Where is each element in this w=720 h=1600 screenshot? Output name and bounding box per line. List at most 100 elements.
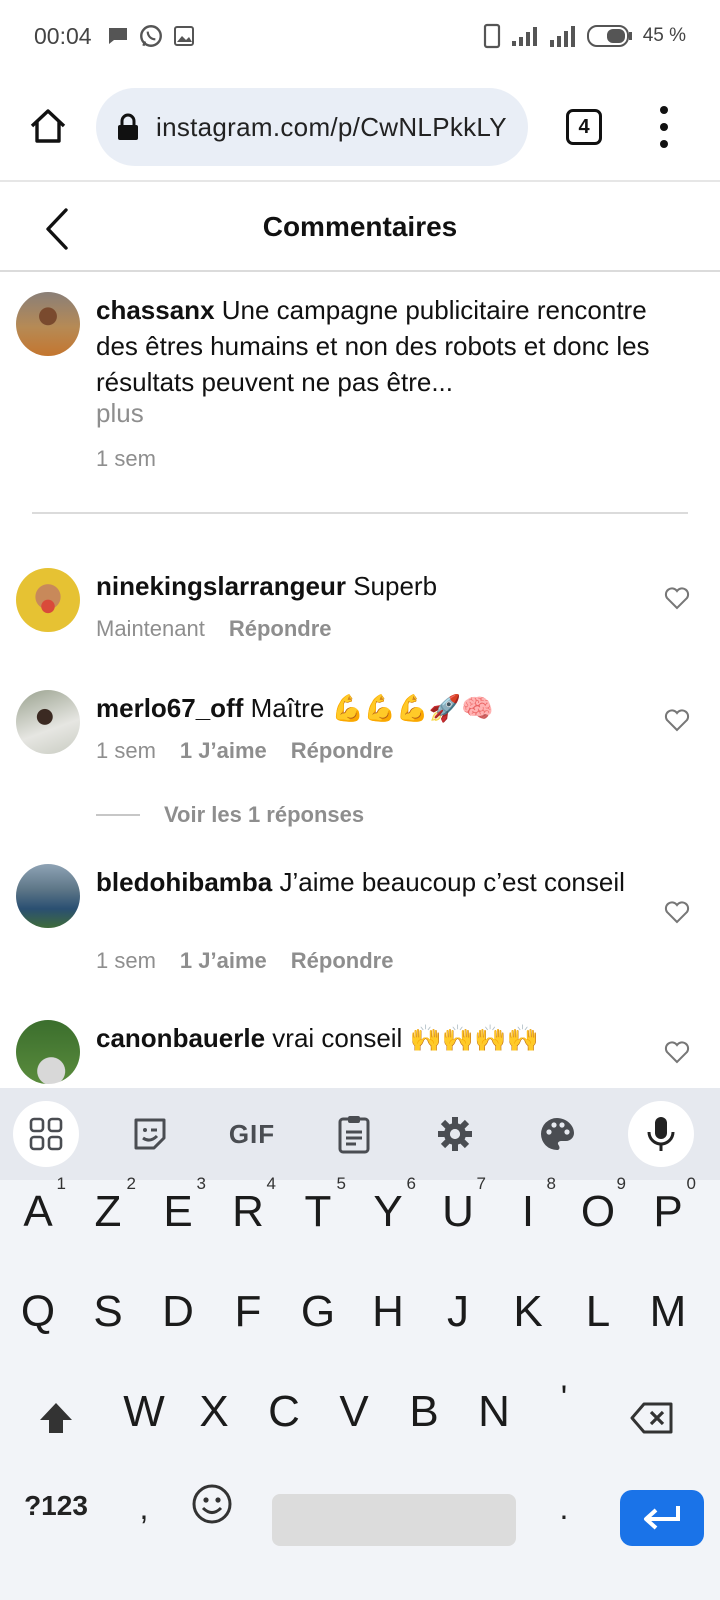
mic-icon <box>647 1117 675 1151</box>
key-k[interactable]: K <box>496 1268 560 1356</box>
settings-button[interactable] <box>425 1104 485 1164</box>
home-button[interactable] <box>28 106 68 146</box>
key-h[interactable]: H <box>356 1268 420 1356</box>
symbols-key[interactable]: ?123 <box>14 1478 98 1534</box>
username[interactable]: merlo67_off <box>96 693 243 723</box>
soft-keyboard: GIF A1 Z2 E3 R4 T5 Y6 U7 I8 O9 P0 Q S D … <box>0 1088 720 1600</box>
status-time: 00:04 <box>34 22 92 49</box>
key-r[interactable]: R4 <box>216 1168 280 1256</box>
key-apostrophe[interactable]: ' <box>532 1354 596 1442</box>
comments-header: Commentaires <box>0 184 720 272</box>
key-x[interactable]: X <box>182 1368 246 1456</box>
dot <box>660 106 668 114</box>
status-bar: 00:04 45 % <box>0 0 720 72</box>
caption-text: chassanx Une campagne publicitaire renco… <box>96 292 684 400</box>
heart-icon[interactable] <box>664 708 690 732</box>
key-o[interactable]: O9 <box>566 1168 630 1256</box>
comments-list[interactable]: chassanx Une campagne publicitaire renco… <box>0 274 720 1088</box>
heart-icon[interactable] <box>664 1040 690 1064</box>
key-label: P <box>653 1187 683 1236</box>
key-d[interactable]: D <box>146 1268 210 1356</box>
key-hint: 3 <box>196 1174 206 1193</box>
comment-body: vrai conseil 🙌🙌🙌🙌 <box>265 1023 540 1053</box>
space-bar[interactable] <box>272 1494 516 1546</box>
key-z[interactable]: Z2 <box>76 1168 140 1256</box>
avatar[interactable] <box>16 292 80 356</box>
key-j[interactable]: J <box>426 1268 490 1356</box>
key-hint: 9 <box>616 1174 626 1193</box>
key-hint: 8 <box>546 1174 556 1193</box>
lock-icon <box>118 113 138 140</box>
key-b[interactable]: B <box>392 1368 456 1456</box>
username[interactable]: canonbauerle <box>96 1023 265 1053</box>
username[interactable]: chassanx <box>96 295 215 325</box>
enter-key[interactable] <box>620 1490 704 1546</box>
back-button[interactable] <box>40 206 76 252</box>
key-f[interactable]: F <box>216 1268 280 1356</box>
key-q[interactable]: Q <box>6 1268 70 1356</box>
backspace-key[interactable] <box>626 1388 678 1448</box>
likes-count[interactable]: 1 J’aime <box>180 948 267 974</box>
comma-key[interactable]: , <box>124 1480 164 1536</box>
key-m[interactable]: M <box>636 1268 700 1356</box>
clipboard-button[interactable] <box>324 1104 384 1164</box>
message-icon <box>106 24 130 48</box>
view-replies-button[interactable]: Voir les 1 réponses <box>96 802 364 828</box>
gif-button[interactable]: GIF <box>222 1104 282 1164</box>
comment-meta: Maintenant Répondre <box>96 616 332 642</box>
heart-icon[interactable] <box>664 586 690 610</box>
settings-icon <box>438 1117 472 1151</box>
username[interactable]: ninekingslarrangeur <box>96 571 346 601</box>
shift-key[interactable] <box>30 1388 82 1448</box>
avatar[interactable] <box>16 690 80 754</box>
apps-button[interactable] <box>13 1101 79 1167</box>
key-u[interactable]: U7 <box>426 1168 490 1256</box>
view-replies-label: Voir les 1 réponses <box>164 802 365 827</box>
replies-line <box>96 814 140 816</box>
reply-button[interactable]: Répondre <box>291 948 394 974</box>
more-menu-button[interactable] <box>654 106 674 148</box>
key-label: A <box>23 1187 53 1236</box>
timestamp: 1 sem <box>96 738 156 763</box>
heart-icon[interactable] <box>664 900 690 924</box>
key-p[interactable]: P0 <box>636 1168 700 1256</box>
voice-input-button[interactable] <box>628 1101 694 1167</box>
timestamp: Maintenant <box>96 616 205 641</box>
battery-percent: 45 % <box>642 25 686 46</box>
key-a[interactable]: A1 <box>6 1168 70 1256</box>
key-l[interactable]: L <box>566 1268 630 1356</box>
key-label: T <box>304 1187 332 1236</box>
reply-button[interactable]: Répondre <box>229 616 332 642</box>
comment-body: Superb <box>345 571 438 601</box>
key-e[interactable]: E3 <box>146 1168 210 1256</box>
key-v[interactable]: V <box>322 1368 386 1456</box>
avatar[interactable] <box>16 864 80 928</box>
key-n[interactable]: N <box>462 1368 526 1456</box>
comment-body: J’aime beaucoup c’est conseil <box>272 867 625 897</box>
more-link[interactable]: plus <box>96 398 144 429</box>
url-bar[interactable]: instagram.com/p/CwNLPkkLY <box>96 88 528 166</box>
key-w[interactable]: W <box>112 1368 176 1456</box>
clipboard-icon <box>338 1116 370 1154</box>
sticker-button[interactable] <box>120 1104 180 1164</box>
key-y[interactable]: Y6 <box>356 1168 420 1256</box>
key-s[interactable]: S <box>76 1268 140 1356</box>
back-arrow-icon <box>46 208 68 250</box>
key-i[interactable]: I8 <box>496 1168 560 1256</box>
key-c[interactable]: C <box>252 1368 316 1456</box>
key-t[interactable]: T5 <box>286 1168 350 1256</box>
period-key[interactable]: . <box>544 1480 584 1536</box>
tab-switcher-button[interactable]: 4 <box>566 109 602 145</box>
username[interactable]: bledohibamba <box>96 867 272 897</box>
theme-button[interactable] <box>527 1104 587 1164</box>
comment-text: merlo67_off Maître 💪💪💪🚀🧠 <box>96 690 684 726</box>
avatar[interactable] <box>16 568 80 632</box>
emoji-key[interactable] <box>190 1476 234 1532</box>
key-label: U <box>442 1187 474 1236</box>
avatar[interactable] <box>16 1020 80 1084</box>
dot <box>660 123 668 131</box>
reply-button[interactable]: Répondre <box>291 738 394 764</box>
key-g[interactable]: G <box>286 1268 350 1356</box>
likes-count[interactable]: 1 J’aime <box>180 738 267 764</box>
dot <box>660 140 668 148</box>
